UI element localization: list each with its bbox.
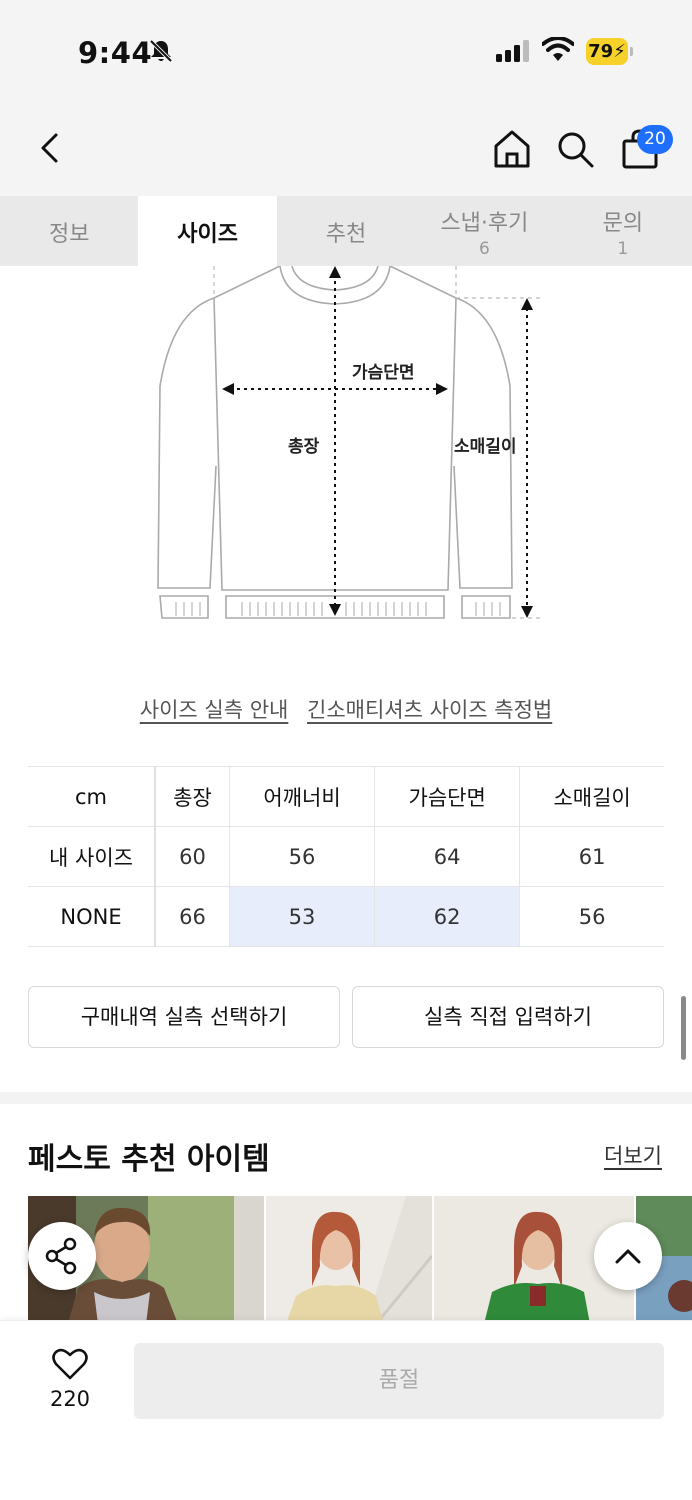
table-cell: 66 — [154, 886, 230, 947]
product-tabs: 정보 사이즈 추천 스냅·후기 6 문의 1 — [0, 196, 692, 266]
recommend-carousel[interactable] — [28, 1196, 692, 1324]
like-count: 220 — [49, 1387, 91, 1411]
cart-count-badge: 20 — [637, 125, 673, 154]
search-icon[interactable] — [556, 130, 596, 170]
table-cell: 61 — [519, 826, 664, 887]
cellular-signal-icon — [496, 40, 529, 62]
table-header-cell: 가슴단면 — [374, 766, 520, 827]
table-cell-highlighted: 53 — [228, 886, 375, 947]
measure-method-link[interactable]: 긴소매티셔츠 사이즈 측정법 — [307, 698, 552, 722]
status-time: 9:44 — [78, 36, 153, 70]
battery-icon: 79⚡ — [586, 38, 633, 65]
scrollbar[interactable] — [681, 996, 686, 1060]
tab-info[interactable]: 정보 — [0, 196, 138, 266]
chevron-up-icon — [615, 1249, 641, 1264]
tab-snap-review[interactable]: 스냅·후기 6 — [415, 196, 553, 266]
section-divider — [0, 1092, 692, 1104]
tab-inquiry[interactable]: 문의 1 — [554, 196, 692, 266]
table-header-cell: 총장 — [154, 766, 230, 827]
table-cell: 56 — [519, 886, 664, 947]
table-cell: 64 — [374, 826, 520, 887]
share-button[interactable] — [28, 1222, 96, 1290]
share-icon — [45, 1237, 77, 1275]
product-image[interactable] — [266, 1196, 432, 1324]
size-guide-links: 사이즈 실측 안내 긴소매티셔츠 사이즈 측정법 — [0, 694, 692, 724]
table-cell-highlighted: 62 — [374, 886, 520, 947]
select-purchase-history-button[interactable]: 구매내역 실측 선택하기 — [28, 986, 340, 1048]
size-guide-link[interactable]: 사이즈 실측 안내 — [140, 698, 289, 722]
table-header-cell: 소매길이 — [519, 766, 664, 827]
table-row-label: NONE — [28, 886, 156, 947]
table-row: 내 사이즈 60 56 64 61 — [28, 826, 664, 887]
bottom-action-bar: 220 품절 — [0, 1320, 692, 1500]
table-cell: 56 — [228, 826, 375, 887]
length-label: 총장 — [288, 437, 320, 457]
wifi-icon — [542, 37, 574, 61]
tab-count: 1 — [617, 239, 629, 259]
tab-size[interactable]: 사이즈 — [138, 196, 277, 266]
top-navigation-bar — [0, 100, 692, 196]
table-cell: 60 — [154, 826, 230, 887]
sold-out-button[interactable]: 품절 — [134, 1343, 664, 1419]
size-diagram: 가슴단면 총장 소매길이 — [150, 265, 550, 626]
table-row-label: 내 사이즈 — [28, 826, 156, 887]
see-more-link[interactable]: 더보기 — [604, 1140, 662, 1170]
recommend-title: 페스토 추천 아이템 — [28, 1142, 270, 1177]
table-row: NONE 66 53 62 56 — [28, 886, 664, 947]
chest-label: 가슴단면 — [352, 363, 415, 383]
bell-off-icon — [149, 39, 173, 63]
battery-level: 79⚡ — [586, 38, 628, 65]
heart-icon[interactable] — [52, 1347, 88, 1381]
home-icon[interactable] — [492, 128, 532, 170]
size-table: cm 총장 어깨너비 가슴단면 소매길이 내 사이즈 60 56 64 61 N… — [28, 766, 664, 947]
table-header-cell: 어깨너비 — [228, 766, 375, 827]
tab-recommend[interactable]: 추천 — [277, 196, 415, 266]
direct-input-button[interactable]: 실측 직접 입력하기 — [352, 986, 664, 1048]
scroll-to-top-button[interactable] — [594, 1222, 662, 1290]
back-arrow-icon[interactable] — [36, 132, 64, 164]
table-header-row: cm 총장 어깨너비 가슴단면 소매길이 — [28, 766, 664, 827]
sleeve-label: 소매길이 — [454, 437, 517, 457]
status-bar: 9:44 79⚡ — [0, 0, 692, 100]
tab-count: 6 — [479, 239, 490, 259]
table-header-cell: cm — [28, 766, 156, 827]
